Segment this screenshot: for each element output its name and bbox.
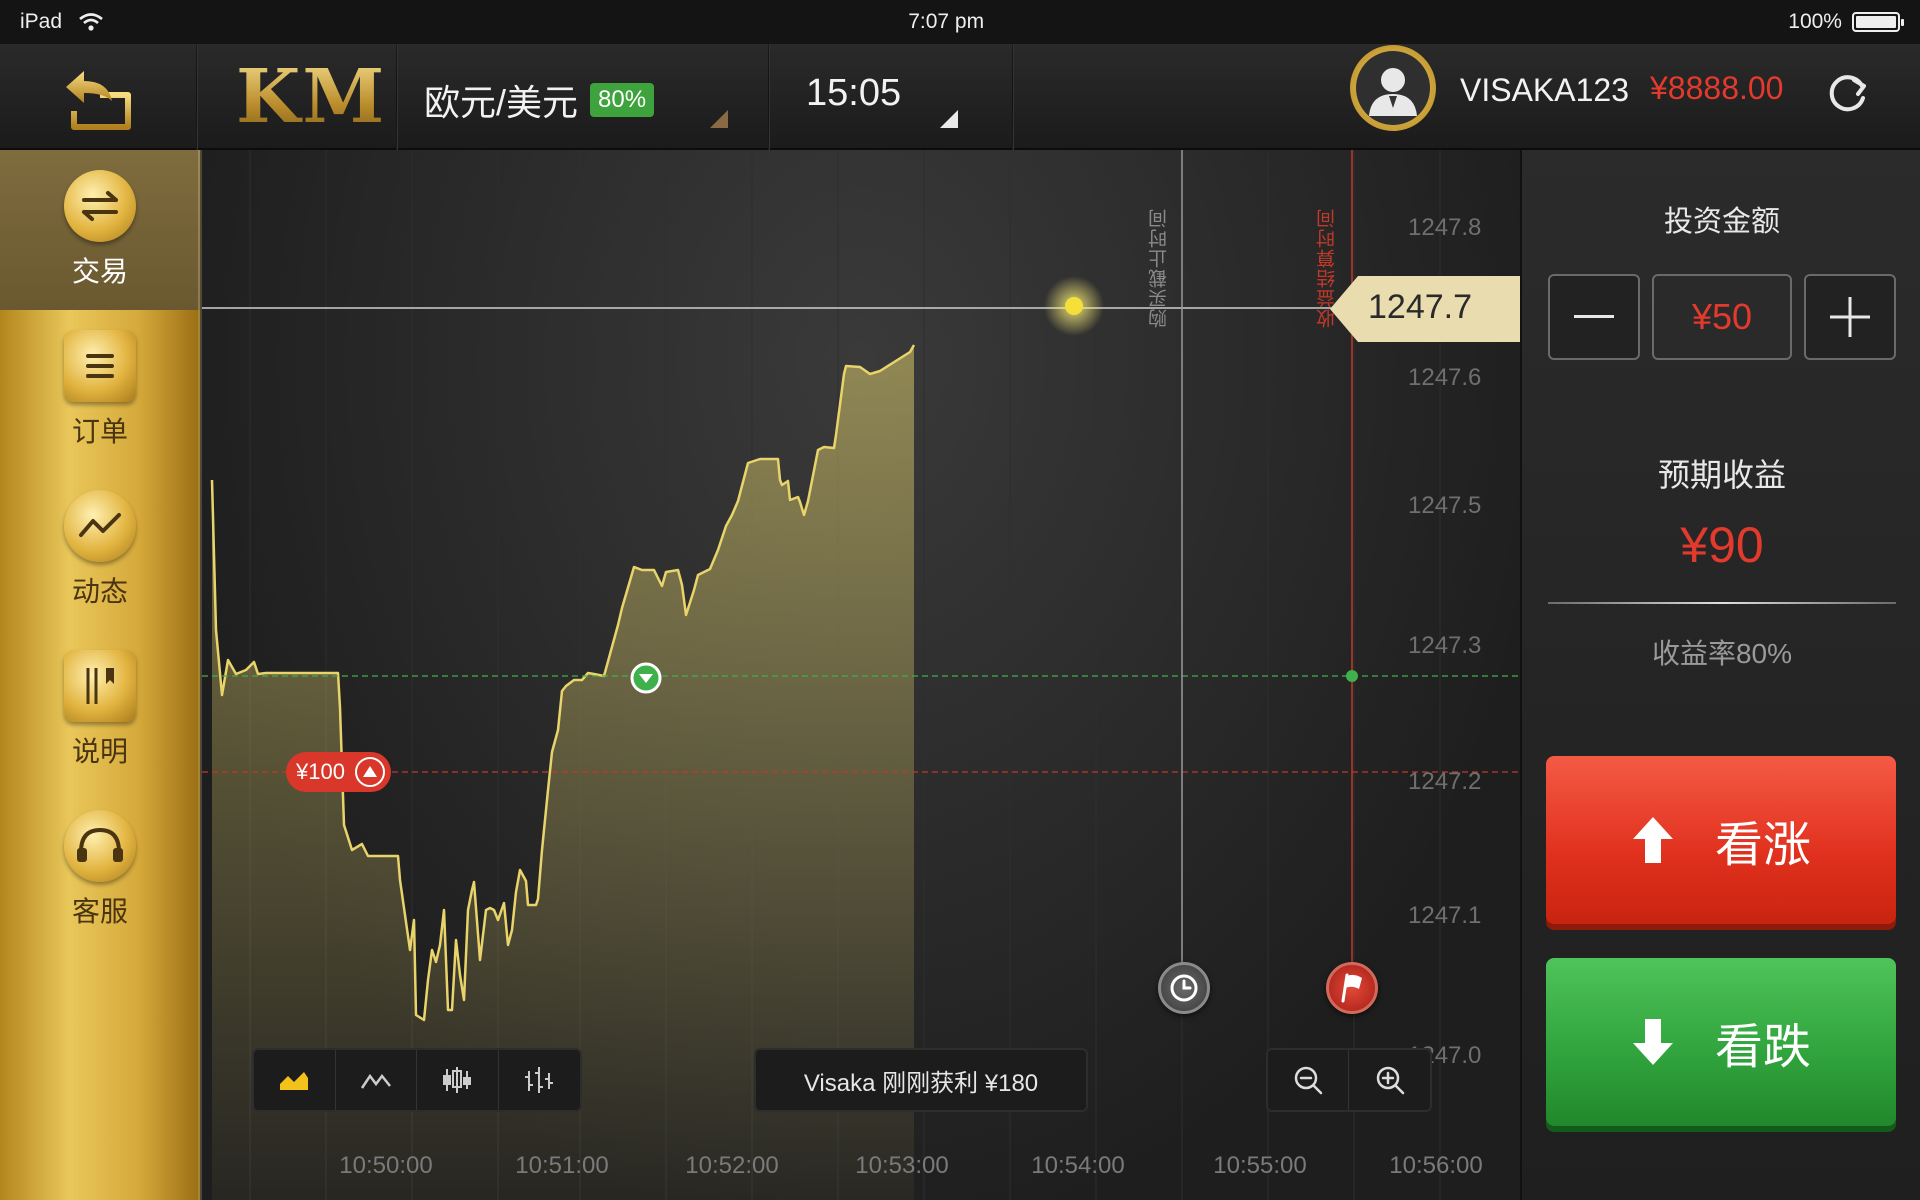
header-divider bbox=[196, 44, 198, 150]
sidebar-item-label: 说明 bbox=[71, 736, 128, 767]
x-tick-label: 10:51:00 bbox=[515, 1152, 609, 1179]
sidebar-item-label: 客服 bbox=[71, 896, 128, 927]
candlestick-icon bbox=[443, 1067, 472, 1093]
chart-type-candle-button[interactable] bbox=[417, 1050, 499, 1110]
top-header: KM 欧元/美元 80% 15:05 VISAKA123 ¥8888.00 bbox=[0, 44, 1920, 150]
period-dropdown-icon[interactable] bbox=[940, 110, 958, 128]
y-tick-label: 1247.8 bbox=[1408, 214, 1482, 241]
back-button[interactable] bbox=[58, 60, 136, 136]
account-balance: ¥8888.00 bbox=[1650, 70, 1784, 106]
current-price-tag: 1247.7 bbox=[1330, 276, 1520, 342]
zoom-in-button[interactable] bbox=[1349, 1050, 1430, 1110]
profit-rate: 收益率80% bbox=[1651, 638, 1793, 669]
x-tick-label: 10:53:00 bbox=[855, 1152, 949, 1179]
up-arrow-icon bbox=[354, 757, 385, 787]
username: VISAKA123 bbox=[1460, 72, 1629, 108]
flag-icon bbox=[1341, 973, 1362, 1003]
status-time: 7:07 pm bbox=[908, 10, 985, 33]
expected-profit-title: 预期收益 bbox=[1657, 457, 1786, 493]
area-chart-icon bbox=[280, 1072, 309, 1090]
expiry-flag-button[interactable] bbox=[1326, 962, 1378, 1014]
sidebar-item-guide[interactable]: 说明 bbox=[0, 630, 200, 790]
order-list-icon bbox=[64, 330, 136, 402]
increase-amount-button[interactable] bbox=[1804, 274, 1896, 360]
header-divider bbox=[1012, 44, 1014, 150]
expected-profit-value: ¥90 bbox=[1680, 517, 1764, 573]
sidebar-nav: 交易 订单 动态 说明 客服 bbox=[0, 150, 228, 1200]
wifi-icon bbox=[79, 13, 103, 31]
trend-icon bbox=[64, 490, 136, 562]
headset-icon bbox=[64, 810, 136, 882]
currency-pair-selector[interactable]: 欧元/美元 80% bbox=[424, 74, 655, 126]
chart-type-toolbar bbox=[252, 1048, 582, 1112]
exchange-icon bbox=[64, 170, 136, 242]
sidebar-item-label: 交易 bbox=[71, 256, 128, 287]
current-price-value: 1247.7 bbox=[1368, 288, 1472, 326]
invest-amount-field[interactable]: ¥50 bbox=[1652, 274, 1792, 360]
header-divider bbox=[768, 44, 770, 150]
clock-icon bbox=[1170, 974, 1198, 1002]
expiry-period-selector[interactable]: 15:05 bbox=[806, 72, 901, 115]
sidebar-item-trade[interactable]: 交易 bbox=[0, 150, 200, 310]
x-tick-label: 10:52:00 bbox=[685, 1152, 779, 1179]
chart-type-line-button[interactable] bbox=[336, 1050, 417, 1110]
expiry-strike-dot bbox=[1346, 670, 1358, 682]
put-button[interactable]: 看跌 bbox=[1546, 958, 1896, 1126]
y-tick-label: 1247.3 bbox=[1408, 632, 1482, 659]
trade-panel: 投资金额 ¥50 预期收益 ¥90 收益率80% 看涨 看跌 bbox=[1520, 150, 1920, 1200]
divider bbox=[1548, 602, 1896, 604]
header-divider bbox=[396, 44, 398, 150]
currency-pair-name: 欧元/美元 bbox=[424, 82, 579, 123]
invest-amount-title: 投资金额 bbox=[1663, 206, 1780, 238]
x-tick-label: 10:54:00 bbox=[1031, 1152, 1125, 1179]
price-chart[interactable]: 购买截止时间 收益结算时间 1247.8 1247.6 1247.5 1247.… bbox=[202, 150, 1520, 1200]
call-button[interactable]: 看涨 bbox=[1546, 756, 1896, 924]
clock-button[interactable] bbox=[1158, 962, 1210, 1014]
arrow-down-icon bbox=[1632, 1019, 1673, 1065]
app-logo: KM bbox=[236, 54, 387, 140]
zoom-in-icon bbox=[1376, 1066, 1404, 1095]
zoom-out-button[interactable] bbox=[1268, 1050, 1349, 1110]
buy-deadline-label: 购买截止时间 bbox=[1149, 208, 1170, 328]
battery-icon bbox=[1851, 12, 1904, 32]
y-tick-label: 1247.5 bbox=[1408, 492, 1482, 519]
sidebar-item-news[interactable]: 动态 bbox=[0, 470, 200, 630]
sidebar-item-label: 订单 bbox=[71, 416, 128, 447]
device-name: iPad bbox=[20, 10, 63, 33]
refresh-icon[interactable] bbox=[1822, 68, 1872, 118]
sidebar-item-label: 动态 bbox=[71, 576, 128, 607]
arrow-up-icon bbox=[1632, 817, 1673, 863]
avatar[interactable] bbox=[1350, 45, 1436, 131]
put-label: 看跌 bbox=[1714, 1021, 1811, 1074]
chart-type-area-button[interactable] bbox=[254, 1050, 336, 1110]
y-tick-label: 1247.2 bbox=[1408, 768, 1482, 795]
battery-percent: 100% bbox=[1788, 10, 1842, 33]
profit-ticker: Visaka 刚刚获利 ¥180 bbox=[754, 1048, 1088, 1112]
zoom-out-icon bbox=[1294, 1066, 1323, 1095]
sidebar-item-support[interactable]: 客服 bbox=[0, 790, 200, 950]
minus-icon bbox=[1574, 315, 1614, 318]
entry-amount: ¥100 bbox=[296, 759, 345, 784]
status-bar: iPad 7:07 pm 100% bbox=[0, 0, 1920, 44]
ohlc-icon bbox=[525, 1067, 554, 1093]
entry-position-tag[interactable]: ¥100 bbox=[286, 752, 391, 792]
user-icon bbox=[1369, 68, 1417, 116]
line-chart-icon bbox=[360, 1073, 391, 1089]
x-tick-label: 10:56:00 bbox=[1389, 1152, 1483, 1179]
book-icon bbox=[64, 650, 136, 722]
chart-type-ohlc-button[interactable] bbox=[499, 1050, 581, 1110]
payout-rate-badge: 80% bbox=[590, 83, 655, 117]
sidebar-item-orders[interactable]: 订单 bbox=[0, 310, 200, 470]
pair-dropdown-icon[interactable] bbox=[710, 110, 728, 128]
x-tick-label: 10:55:00 bbox=[1213, 1152, 1307, 1179]
y-tick-label: 1247.6 bbox=[1408, 364, 1482, 391]
decrease-amount-button[interactable] bbox=[1548, 274, 1640, 360]
current-price-dot bbox=[1065, 297, 1083, 315]
back-icon bbox=[66, 71, 131, 130]
y-tick-label: 1247.1 bbox=[1408, 902, 1482, 929]
call-label: 看涨 bbox=[1714, 819, 1811, 872]
zoom-toolbar bbox=[1266, 1048, 1432, 1112]
x-tick-label: 10:50:00 bbox=[339, 1152, 433, 1179]
plus-icon bbox=[1830, 297, 1870, 337]
